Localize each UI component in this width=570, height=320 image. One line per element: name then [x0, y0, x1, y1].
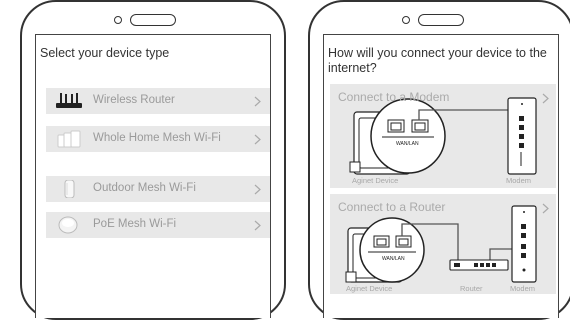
router-caption: Router — [460, 284, 483, 293]
chevron-right-icon — [542, 203, 549, 214]
connect-to-modem-option[interactable]: Connect to a Modem WAN/LAN Aginet Device… — [330, 84, 556, 188]
chevron-right-icon — [254, 96, 261, 107]
device-option-whole-home-mesh[interactable]: Whole Home Mesh Wi-Fi — [46, 126, 270, 152]
chevron-right-icon — [254, 134, 261, 145]
chevron-right-icon — [254, 184, 261, 195]
chevron-right-icon — [542, 93, 549, 104]
modem-caption: Modem — [510, 284, 536, 293]
poe-mesh-icon — [58, 216, 78, 234]
device-type-screen: Select your device type Wireless Router … — [35, 34, 271, 318]
device-option-label: Outdoor Mesh Wi-Fi — [93, 182, 196, 194]
device-option-label: Whole Home Mesh Wi-Fi — [93, 132, 221, 144]
phone-frame-right: How will you connect your device to the … — [308, 0, 570, 320]
speaker-grille-icon — [418, 14, 464, 26]
port-label: WAN/LAN — [382, 256, 405, 262]
phone-frame-left: Select your device type Wireless Router … — [20, 0, 286, 320]
device-option-poe-mesh[interactable]: PoE Mesh Wi-Fi — [46, 212, 270, 238]
router-icon — [56, 93, 82, 108]
mesh-units-icon — [57, 130, 81, 148]
front-camera-icon — [114, 16, 122, 24]
page-title: Select your device type — [40, 46, 170, 60]
device-option-wireless-router[interactable]: Wireless Router — [46, 88, 270, 114]
device-caption: Aginet Device — [352, 176, 399, 185]
port-label: WAN/LAN — [396, 141, 419, 147]
modem-caption: Modem — [506, 176, 532, 185]
device-option-outdoor-mesh[interactable]: Outdoor Mesh Wi-Fi — [46, 176, 270, 202]
page-title: How will you connect your device to the … — [328, 46, 547, 75]
connection-method-screen: How will you connect your device to the … — [323, 34, 559, 318]
option-title: Connect to a Router — [338, 200, 446, 214]
outdoor-mesh-icon — [64, 180, 75, 198]
device-option-label: Wireless Router — [93, 94, 175, 106]
device-option-label: PoE Mesh Wi-Fi — [93, 218, 177, 230]
connect-to-router-option[interactable]: Connect to a Router WAN/LAN Aginet Devic… — [330, 194, 556, 294]
device-caption: Aginet Device — [346, 284, 393, 293]
speaker-grille-icon — [130, 14, 176, 26]
option-title: Connect to a Modem — [338, 90, 450, 104]
chevron-right-icon — [254, 220, 261, 231]
front-camera-icon — [402, 16, 410, 24]
